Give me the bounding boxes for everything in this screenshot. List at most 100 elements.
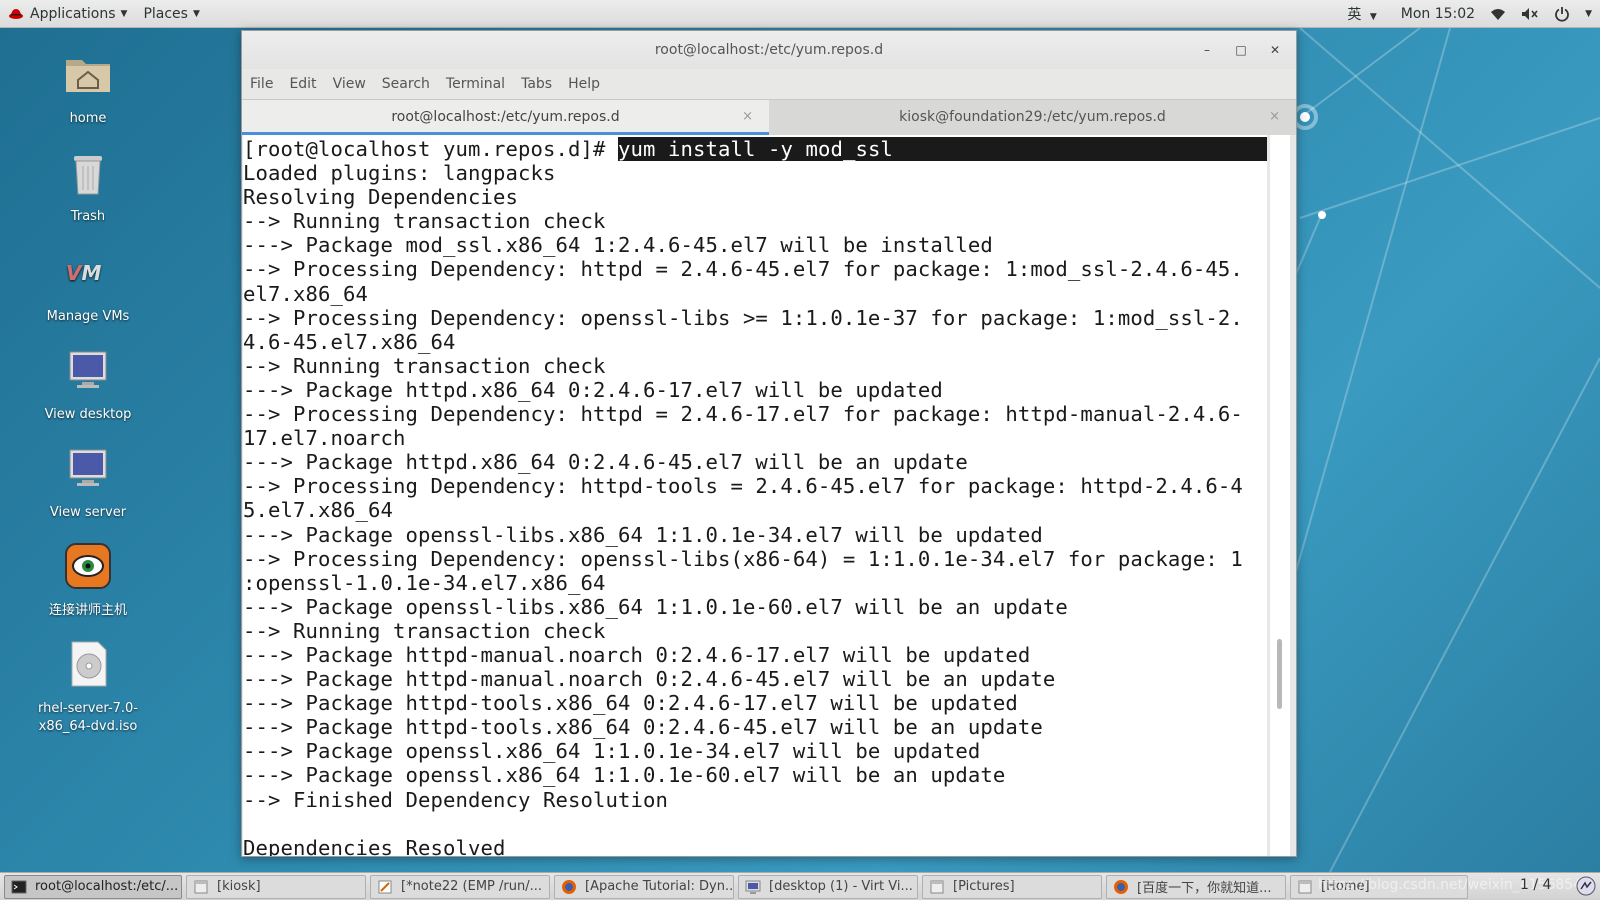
- menu-view[interactable]: View: [333, 76, 366, 92]
- power-icon[interactable]: [1553, 5, 1571, 23]
- desktop-icon-label: rhel-server-7.0-x86_64-dvd.iso: [37, 701, 139, 734]
- terminal-line: --> Processing Dependency: httpd = 2.4.6…: [243, 257, 1243, 282]
- tab-root-localhost[interactable]: root@localhost:/etc/yum.repos.d ×: [242, 100, 769, 135]
- desktop-icon-label: Manage VMs: [46, 309, 130, 324]
- input-method-indicator[interactable]: 英 ▼: [1347, 4, 1376, 24]
- taskbar-item-virt-viewer[interactable]: [desktop (1) - Virt Vi...: [738, 874, 918, 899]
- taskbar-item-baidu[interactable]: [百度一下，你就知道...: [1106, 874, 1286, 899]
- maximize-button[interactable]: □: [1232, 41, 1250, 59]
- minimize-button[interactable]: –: [1198, 41, 1216, 59]
- taskbar-item-terminal[interactable]: root@localhost:/etc/...: [4, 874, 182, 899]
- remote-viewer-icon: [65, 543, 111, 589]
- terminal-line: ---> Package httpd-manual.noarch 0:2.4.6…: [243, 667, 1056, 692]
- terminal-window: root@localhost:/etc/yum.repos.d – □ ✕ Fi…: [241, 30, 1297, 857]
- menu-file[interactable]: File: [250, 76, 273, 92]
- desktop-icon-label: View server: [49, 505, 127, 520]
- scrollbar-thumb[interactable]: [1277, 639, 1282, 709]
- chevron-down-icon[interactable]: ▼: [1585, 9, 1592, 19]
- terminal-scrollbar[interactable]: [1270, 135, 1290, 856]
- menu-tabs[interactable]: Tabs: [521, 76, 552, 92]
- terminal-line: :openssl-1.0.1e-34.el7.x86_64: [243, 570, 606, 595]
- terminal-line: ---> Package httpd-tools.x86_64 0:2.4.6-…: [243, 691, 1018, 716]
- taskbar-item-label: root@localhost:/etc/...: [35, 879, 179, 894]
- desktop-icon-trash[interactable]: Trash: [28, 146, 148, 226]
- terminal-line: --> Processing Dependency: httpd-tools =…: [243, 474, 1243, 499]
- applications-menu[interactable]: Applications ▼: [0, 0, 135, 28]
- terminal-line: ---> Package httpd.x86_64 0:2.4.6-17.el7…: [243, 377, 943, 402]
- menu-terminal[interactable]: Terminal: [446, 76, 505, 92]
- applications-label: Applications: [30, 5, 116, 22]
- desktop-icon-view-server[interactable]: View server: [28, 442, 148, 522]
- taskbar-item-note22[interactable]: [*note22 (EMP /run/...: [370, 874, 550, 899]
- taskbar-item-kiosk[interactable]: [kiosk]: [186, 874, 366, 899]
- window-icon: [930, 880, 944, 893]
- desktop-icon-rhel-iso[interactable]: rhel-server-7.0-x86_64-dvd.iso: [28, 638, 148, 736]
- terminal-line: ---> Package openssl.x86_64 1:1.0.1e-60.…: [243, 763, 1006, 788]
- desktop-icon-label: 连接讲师主机: [48, 603, 127, 618]
- top-panel: Applications ▼ Places ▼ 英 ▼ Mon 15:02 ▼: [0, 0, 1600, 28]
- terminal-line: ---> Package mod_ssl.x86_64 1:2.4.6-45.e…: [243, 233, 993, 258]
- window-icon: [194, 880, 208, 893]
- terminal-line: Resolving Dependencies: [243, 185, 518, 210]
- terminal-line: ---> Package httpd-tools.x86_64 0:2.4.6-…: [243, 715, 1043, 740]
- tab-label: kiosk@foundation29:/etc/yum.repos.d: [899, 109, 1166, 125]
- terminal-line: --> Running transaction check: [243, 353, 606, 378]
- home-folder-icon: [66, 60, 110, 92]
- terminal-line: --> Processing Dependency: httpd = 2.4.6…: [243, 402, 1243, 427]
- wifi-icon[interactable]: [1489, 5, 1507, 23]
- svg-text:V: V: [66, 261, 83, 285]
- tab-kiosk-foundation[interactable]: kiosk@foundation29:/etc/yum.repos.d ×: [769, 100, 1296, 135]
- taskbar-item-label: [*note22 (EMP /run/...: [401, 879, 542, 894]
- terminal-line: ---> Package openssl-libs.x86_64 1:1.0.1…: [243, 522, 1043, 547]
- monitor-icon: [69, 351, 107, 388]
- desktop-icon-label: View desktop: [44, 407, 132, 422]
- terminal-line: ---> Package httpd-manual.noarch 0:2.4.6…: [243, 642, 1031, 667]
- desktop-icon-remote-host[interactable]: 连接讲师主机: [28, 540, 148, 620]
- desktop-icon-label: home: [69, 111, 107, 126]
- desktop-icon-manage-vms[interactable]: VM V Manage VMs: [28, 246, 148, 326]
- terminal-line: --> Processing Dependency: openssl-libs …: [243, 305, 1243, 330]
- taskbar-item-apache-tutorial[interactable]: [Apache Tutorial: Dyn...: [554, 874, 734, 899]
- window-icon: [1298, 880, 1312, 893]
- desktop-icon-home[interactable]: home: [28, 48, 148, 128]
- terminal-output[interactable]: [root@localhost yum.repos.d]# yum instal…: [243, 135, 1267, 856]
- chevron-down-icon: ▼: [1369, 12, 1377, 22]
- taskbar-item-label: [Pictures]: [953, 879, 1015, 894]
- desktop-icon-label: Trash: [70, 209, 106, 224]
- terminal-line: Loaded plugins: langpacks: [243, 161, 556, 186]
- window-title: root@localhost:/etc/yum.repos.d: [654, 42, 884, 58]
- places-menu[interactable]: Places ▼: [135, 0, 207, 28]
- window-titlebar[interactable]: root@localhost:/etc/yum.repos.d – □ ✕: [242, 31, 1296, 69]
- terminal-prompt-line: [root@localhost yum.repos.d]# yum instal…: [243, 137, 1267, 162]
- monitor-icon: [69, 449, 107, 486]
- menu-help[interactable]: Help: [568, 76, 600, 92]
- terminal-line: el7.x86_64: [243, 281, 368, 306]
- workspace-indicator[interactable]: 1 / 4: [1520, 877, 1551, 893]
- terminal-line: --> Running transaction check: [243, 209, 606, 234]
- terminal-line: ---> Package httpd.x86_64 0:2.4.6-45.el7…: [243, 450, 968, 475]
- terminal-line: Dependencies Resolved: [243, 835, 506, 856]
- taskbar-item-pictures[interactable]: [Pictures]: [922, 874, 1102, 899]
- input-method-label: 英: [1347, 7, 1362, 23]
- terminal-line: 17.el7.noarch: [243, 426, 406, 451]
- menu-search[interactable]: Search: [382, 76, 430, 92]
- workspace-switcher-icon[interactable]: [1576, 876, 1596, 896]
- shell-prompt: [root@localhost yum.repos.d]#: [243, 137, 618, 161]
- clock[interactable]: Mon 15:02: [1401, 6, 1475, 22]
- terminal-line: --> Finished Dependency Resolution: [243, 787, 668, 812]
- volume-muted-icon[interactable]: [1521, 5, 1539, 23]
- trash-icon: [74, 156, 102, 195]
- desktop-icon-view-desktop[interactable]: View desktop: [28, 344, 148, 424]
- tab-close-icon[interactable]: ×: [742, 100, 753, 134]
- tab-close-icon[interactable]: ×: [1269, 100, 1280, 134]
- terminal-line: ---> Package openssl.x86_64 1:1.0.1e-34.…: [243, 739, 981, 764]
- chevron-down-icon: ▼: [192, 8, 200, 19]
- terminal-line: ---> Package openssl-libs.x86_64 1:1.0.1…: [243, 594, 1068, 619]
- selected-command: yum install -y mod_ssl: [617, 137, 1267, 162]
- tab-label: root@localhost:/etc/yum.repos.d: [391, 109, 620, 125]
- close-button[interactable]: ✕: [1266, 41, 1284, 59]
- firefox-icon: [1114, 879, 1128, 894]
- menu-edit[interactable]: Edit: [289, 76, 316, 92]
- taskbar-item-label: [百度一下，你就知道...: [1137, 881, 1272, 896]
